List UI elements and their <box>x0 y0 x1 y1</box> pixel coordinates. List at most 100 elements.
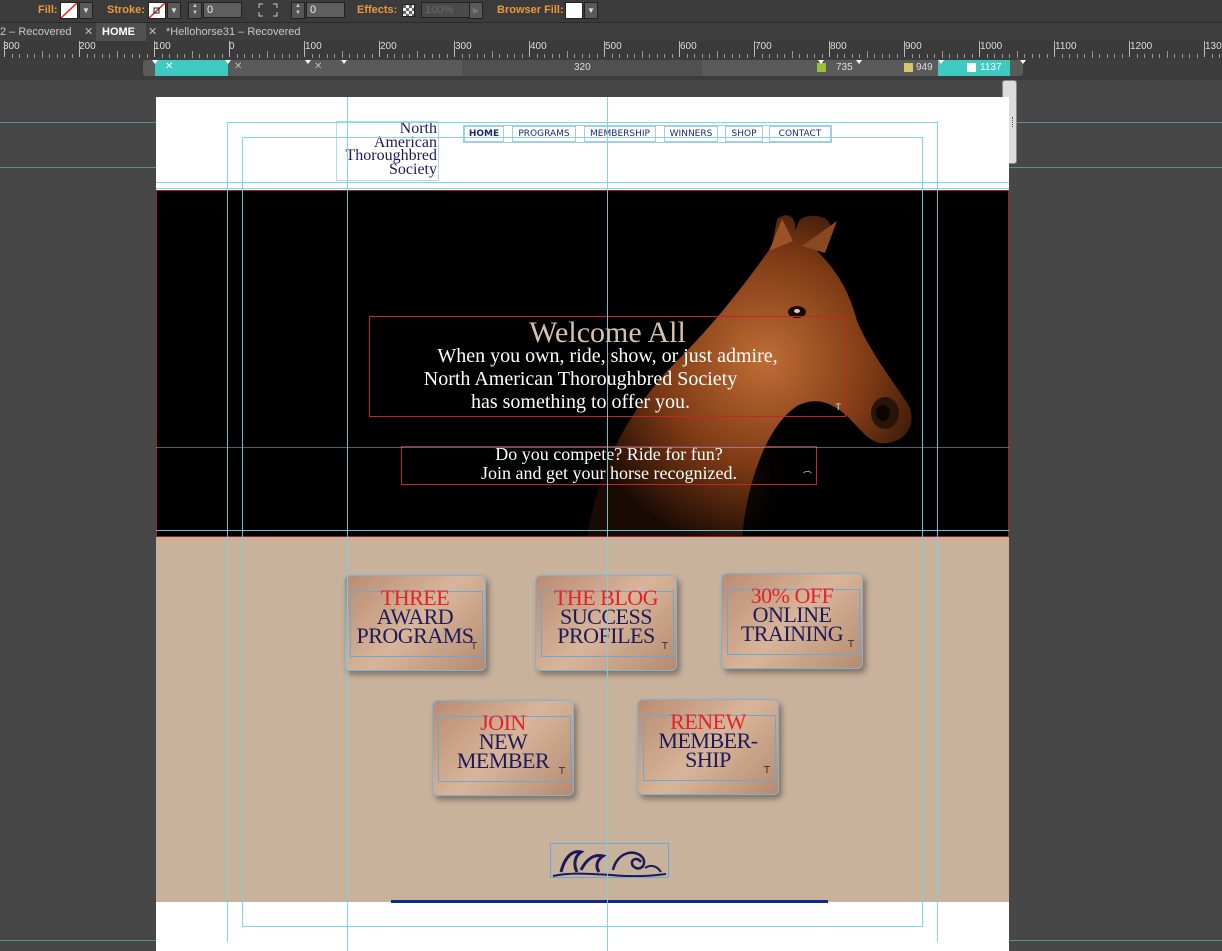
tab-label: *Hellohorse31 – Recovered <box>166 26 301 38</box>
ruler-tick <box>79 41 80 57</box>
corner-radius-stepper[interactable]: ▲ ▼ <box>291 2 305 19</box>
ruler-tick <box>1092 51 1093 58</box>
ruler-tick <box>417 51 418 58</box>
horizontal-guide[interactable] <box>156 530 1009 531</box>
tab-recovered[interactable]: 2 – Recovered <box>0 23 80 41</box>
ruler-tick <box>979 41 980 57</box>
ruler-label: 400 <box>530 41 547 52</box>
menu-item-programs[interactable]: PROGRAMS <box>512 126 576 142</box>
opacity-dropdown-button[interactable]: ▶ <box>469 2 483 19</box>
hero-line: has something to offer you. <box>470 391 691 413</box>
flourish-ornament[interactable] <box>550 843 669 878</box>
ruler-tick <box>867 51 868 58</box>
ruler-tick <box>454 41 455 57</box>
ruler-tick <box>942 51 943 58</box>
ruler-tick <box>379 41 380 57</box>
text-frame-icon[interactable]: T <box>764 765 770 776</box>
promo-renew-membership[interactable]: RENEW MEMBER- SHIP T <box>637 699 779 795</box>
site-logo[interactable]: North American Thoroughbred Society <box>336 121 439 181</box>
vertical-guide[interactable] <box>227 122 228 942</box>
horizontal-guide[interactable] <box>156 188 1009 189</box>
flourish-icon <box>552 850 667 878</box>
menu-item-home[interactable]: HOME <box>464 126 504 142</box>
promo-subline: PROGRAMS <box>356 623 474 648</box>
hero-line: North American Thoroughbred Society <box>423 368 738 390</box>
opacity-input[interactable]: 100% <box>421 2 470 18</box>
ruler-label: 200 <box>380 41 397 52</box>
stroke-width-stepper[interactable]: ▲ ▼ <box>188 2 202 19</box>
promo-text: RENEW MEMBER- SHIP <box>638 711 778 771</box>
close-icon[interactable]: ✕ <box>148 23 157 41</box>
menu-item-shop[interactable]: SHOP <box>725 126 763 142</box>
close-icon[interactable]: ✕ <box>84 23 93 41</box>
ruler-tick <box>529 41 530 57</box>
promo-text: THE BLOG SUCCESS PROFILES <box>536 587 676 647</box>
menu-item-contact[interactable]: CONTACT <box>769 126 831 142</box>
document-tab-bar: 2 – Recovered ✕ HOME ✕ *Hellohorse31 – R… <box>0 23 1222 41</box>
design-page[interactable]: North American Thoroughbred Society HOME… <box>156 97 1009 951</box>
horizontal-guide[interactable] <box>242 137 923 138</box>
corner-radius-input[interactable]: 0 <box>306 2 345 18</box>
corner-options-icon[interactable] <box>257 2 279 18</box>
vertical-guide[interactable] <box>937 122 938 942</box>
fill-swatch[interactable] <box>60 2 78 19</box>
stroke-width-input[interactable]: 0 <box>203 2 242 18</box>
ruler-tick <box>154 41 155 57</box>
horizontal-guide[interactable] <box>156 447 1009 448</box>
stroke-dropdown-button[interactable]: ▼ <box>167 2 181 19</box>
ruler-tick <box>304 41 305 57</box>
vertical-guide[interactable] <box>607 97 608 951</box>
ruler-label: 500 <box>605 41 622 52</box>
ruler-label: 600 <box>680 41 697 52</box>
promo-online-training[interactable]: 30% OFF ONLINE TRAINING T <box>721 573 863 669</box>
fill-dropdown-button[interactable]: ▼ <box>79 2 93 19</box>
browser-fill-swatch[interactable] <box>565 2 583 19</box>
link-icon[interactable]: ⌒ <box>803 469 812 482</box>
browser-fill-dropdown-button[interactable]: ▼ <box>584 2 598 19</box>
menu-item-membership[interactable]: MEMBERSHIP <box>584 126 656 142</box>
ruler-label: 100 <box>154 41 171 52</box>
ruler-tick <box>679 41 680 57</box>
ruler-tick <box>4 41 5 57</box>
horizontal-ruler: 300 200 100 0 100 200 300 400 500 600 70… <box>0 41 1222 59</box>
cta-line: Join and get your horse recognized. <box>481 463 737 483</box>
text-frame-icon[interactable]: T <box>559 766 565 777</box>
ruler-tick <box>904 41 905 57</box>
ruler-label: 1000 <box>980 41 1003 52</box>
effects-label: Effects: <box>357 4 398 16</box>
footer-rule[interactable] <box>391 900 828 903</box>
text-frame-icon[interactable]: T <box>836 402 842 412</box>
text-frame-icon[interactable]: T <box>662 641 668 652</box>
ruler-tick <box>492 51 493 58</box>
horizontal-guide[interactable] <box>242 926 923 927</box>
ruler-tick <box>1129 41 1130 57</box>
ruler-tick <box>229 41 230 57</box>
promo-blog-profiles[interactable]: THE BLOG SUCCESS PROFILES T <box>535 575 677 671</box>
control-bar: Fill: ▼ Stroke: ▼ ▲ ▼ 0 ▲ ▼ 0 Effects: 100… <box>0 0 1222 23</box>
text-frame-icon[interactable]: T <box>848 639 854 650</box>
cta-text: Do you compete? Ride for fun? Join and g… <box>402 445 816 483</box>
tab-label: HOME <box>102 26 135 38</box>
promo-join-new-member[interactable]: JOIN NEW MEMBER T <box>432 700 574 796</box>
horizontal-guide[interactable] <box>227 122 938 123</box>
ruler-label: 1100 <box>1055 41 1077 52</box>
ruler-tick <box>717 51 718 58</box>
tab-hellohorse31[interactable]: *Hellohorse31 – Recovered <box>166 23 316 41</box>
stroke-swatch[interactable] <box>148 2 166 19</box>
text-frame-icon[interactable]: T <box>471 641 477 652</box>
horizontal-guide[interactable] <box>156 182 1009 183</box>
effects-icon[interactable] <box>402 4 415 17</box>
vertical-guide[interactable] <box>242 137 243 927</box>
ruler-label: 1200 <box>1130 41 1153 52</box>
hero-banner[interactable]: Welcome All When you own, ride, show, or… <box>156 190 1009 537</box>
promo-award-programs[interactable]: THREE AWARD PROGRAMS T <box>344 575 486 671</box>
cta-text-frame[interactable]: Do you compete? Ride for fun? Join and g… <box>401 445 817 485</box>
tab-home[interactable]: HOME <box>96 23 146 41</box>
ruler-tick <box>267 51 268 58</box>
ruler-label: 200 <box>79 41 96 52</box>
vertical-guide[interactable] <box>922 137 923 927</box>
ruler-tick <box>792 51 793 58</box>
menu-item-winners[interactable]: WINNERS <box>664 126 718 142</box>
fill-label: Fill: <box>38 4 58 16</box>
vertical-guide[interactable] <box>347 97 348 951</box>
